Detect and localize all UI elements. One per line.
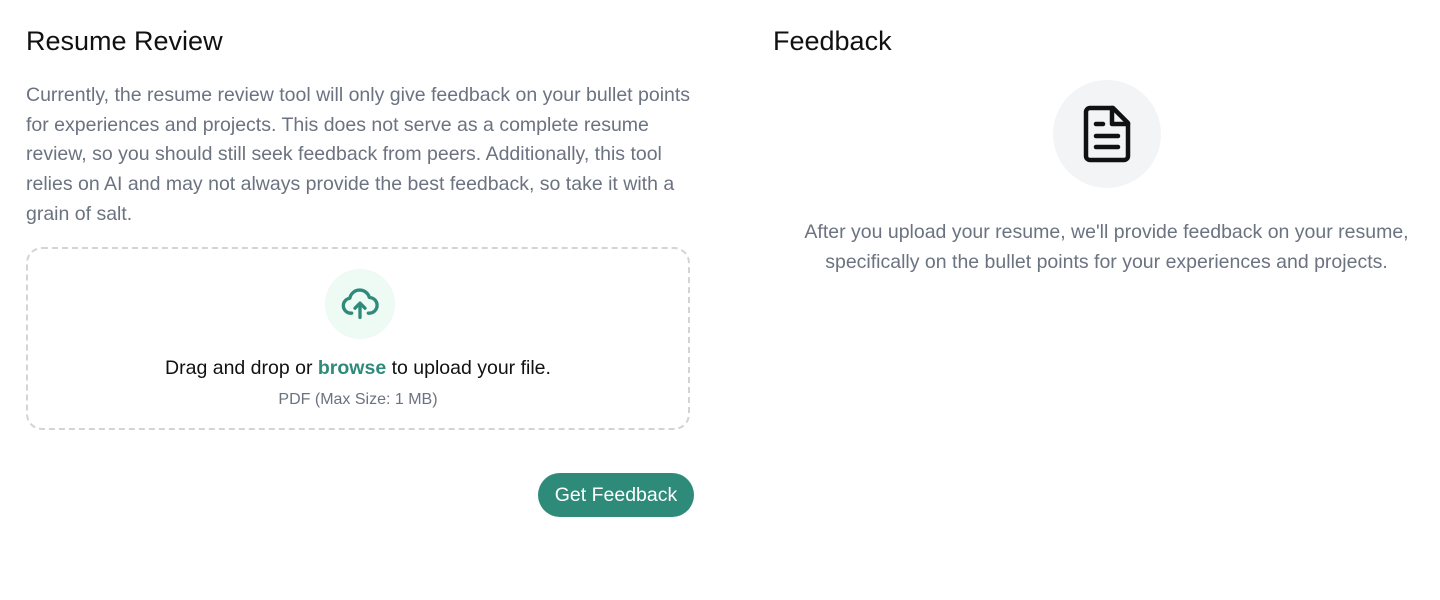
resume-review-description: Currently, the resume review tool will o… — [26, 84, 691, 225]
file-dropzone[interactable]: Drag and drop or browse to upload your f… — [26, 247, 690, 430]
page: Resume Review Currently, the resume revi… — [0, 0, 1440, 600]
feedback-title: Feedback — [773, 26, 892, 56]
dropzone-text-prefix: Drag and drop or — [165, 357, 318, 379]
resume-review-title: Resume Review — [26, 26, 223, 56]
file-type-hint: PDF (Max Size: 1 MB) — [278, 391, 438, 408]
get-feedback-button[interactable]: Get Feedback — [538, 473, 694, 517]
feedback-empty-message: After you upload your resume, we'll prov… — [804, 221, 1409, 273]
dropzone-text-suffix: to upload your file. — [386, 357, 551, 379]
document-icon — [1053, 80, 1161, 188]
cloud-upload-icon — [325, 269, 395, 339]
dropzone-instructions: Drag and drop or browse to upload your f… — [28, 355, 688, 381]
browse-link[interactable]: browse — [318, 357, 386, 379]
